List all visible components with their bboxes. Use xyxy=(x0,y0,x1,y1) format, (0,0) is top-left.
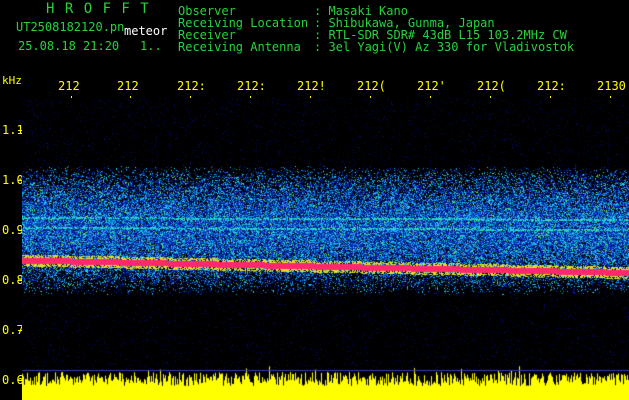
file-name: UT2508182120.pn xyxy=(16,20,125,34)
hrofft-screen: H R O F F T UT2508182120.pn meteor 25.08… xyxy=(0,0,629,400)
info-label-antenna: Receiving Antenna xyxy=(178,40,301,54)
x-tick-label: 212( xyxy=(357,79,386,93)
y-axis-unit: kHz xyxy=(2,74,22,87)
x-tick-label: 212: xyxy=(537,79,566,93)
x-tick-label: 212! xyxy=(297,79,326,93)
spectrogram xyxy=(22,98,629,400)
info-value-antenna: : 3el Yagi(V) Az 330 for Vladivostok xyxy=(314,40,575,54)
app-title: H R O F F T xyxy=(46,1,150,17)
x-tick-label: 2130 xyxy=(597,79,626,93)
x-tick-label: 212: xyxy=(177,79,206,93)
x-tick-label: 212( xyxy=(477,79,506,93)
x-tick-label: 212 xyxy=(58,79,80,93)
detector-label: meteor xyxy=(124,24,168,38)
x-tick-label: 212 xyxy=(117,79,139,93)
x-tick-label: 212: xyxy=(237,79,266,93)
x-tick-label: 212' xyxy=(417,79,446,93)
datetime-label: 25.08.18 21:20 xyxy=(18,39,120,53)
index-label: 1.. xyxy=(140,39,162,53)
